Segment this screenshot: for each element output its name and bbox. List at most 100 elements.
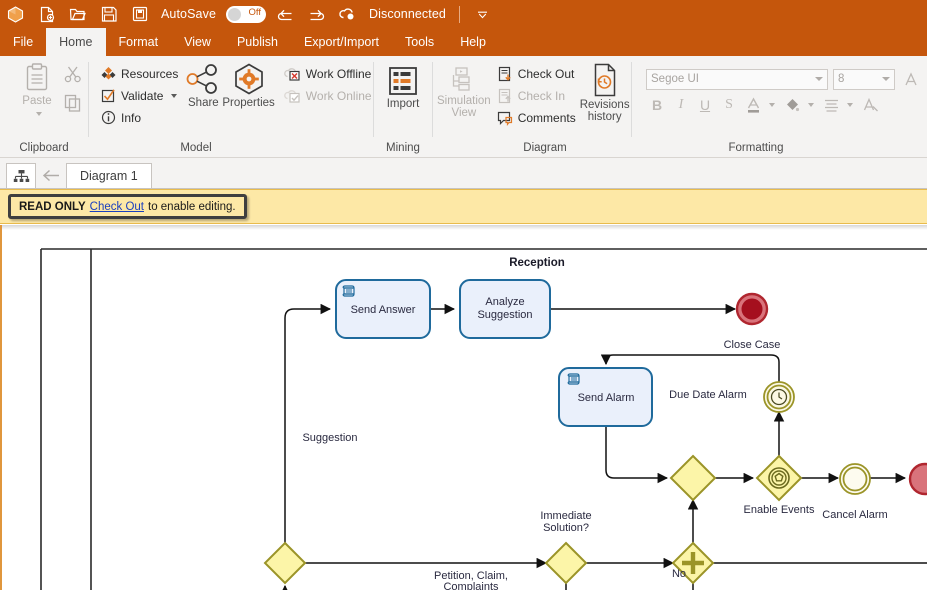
tab-file[interactable]: File xyxy=(0,28,46,56)
revisions-history-label: Revisions history xyxy=(579,99,630,123)
label-no: No xyxy=(672,568,686,580)
tab-help[interactable]: Help xyxy=(447,28,499,56)
work-offline-label: Work Offline xyxy=(305,66,372,81)
flow-send-alarm-to-merge[interactable] xyxy=(605,426,669,484)
event-due-date-alarm-timer[interactable] xyxy=(763,381,795,413)
increase-font-size-icon[interactable] xyxy=(900,68,922,90)
tab-format[interactable]: Format xyxy=(106,28,172,56)
document-tab-diagram-1[interactable]: Diagram 1 xyxy=(66,163,152,188)
import-button[interactable]: Import xyxy=(380,64,426,110)
diagram-tree-icon[interactable] xyxy=(6,163,36,188)
new-document-icon[interactable] xyxy=(31,1,62,27)
quick-access-toolbar: AutoSave Off Disconnected xyxy=(0,0,927,28)
import-button-label: Import xyxy=(386,98,420,110)
document-tab-strip: Diagram 1 xyxy=(0,158,927,189)
copy-icon[interactable] xyxy=(64,94,82,117)
read-only-suffix: to enable editing. xyxy=(148,200,236,213)
tab-publish[interactable]: Publish xyxy=(224,28,291,56)
label-cancel-alarm: Cancel Alarm xyxy=(822,509,887,521)
ribbon-group-mining: Import Mining xyxy=(374,56,432,157)
bpmn-diagram[interactable]: Reception Send Answer Analyze Suggestion… xyxy=(0,225,927,590)
strikethrough-button[interactable]: S xyxy=(718,94,740,116)
tab-view[interactable]: View xyxy=(171,28,224,56)
label-suggestion: Suggestion xyxy=(302,432,357,444)
check-out-label: Check Out xyxy=(517,66,575,81)
validate-button[interactable]: Validate xyxy=(97,86,182,105)
gateway-enable-events[interactable] xyxy=(755,454,803,502)
check-in-button: Check In xyxy=(493,86,580,105)
back-arrow-icon[interactable] xyxy=(36,163,66,188)
font-name-combo[interactable]: Segoe UI xyxy=(646,68,828,90)
fill-color-button[interactable] xyxy=(781,94,803,116)
gateway-left[interactable] xyxy=(263,541,307,585)
event-cancel-alarm[interactable] xyxy=(839,463,871,495)
validate-button-label: Validate xyxy=(121,88,164,103)
underline-button[interactable]: U xyxy=(694,94,716,116)
validate-caret-icon[interactable] xyxy=(171,93,178,98)
cloud-disconnected-icon[interactable] xyxy=(332,1,363,27)
comments-button[interactable]: Comments xyxy=(493,108,580,127)
italic-button[interactable]: I xyxy=(670,94,692,116)
simulation-view-button: Simulation View xyxy=(437,61,491,119)
connection-status: Disconnected xyxy=(369,7,446,21)
gateway-merge[interactable] xyxy=(669,454,717,502)
work-offline-button[interactable]: Work Offline xyxy=(279,64,376,83)
simulation-view-label: Simulation View xyxy=(437,95,491,119)
hexagon-logo-icon[interactable] xyxy=(0,1,31,27)
paste-caret-icon[interactable] xyxy=(35,112,42,116)
redo-icon[interactable] xyxy=(301,1,332,27)
ribbon-group-model: Resources Validate Info Share Properties… xyxy=(89,56,373,157)
ribbon-group-diagram-label: Diagram xyxy=(523,142,567,154)
align-caret-icon[interactable] xyxy=(847,103,853,107)
ribbon-group-formatting: Segoe UI 8 B I U S Formatting xyxy=(632,56,927,157)
read-only-message: READ ONLY Check Out to enable editing. xyxy=(8,194,247,219)
label-immediate-solution-line1: Immediate xyxy=(540,510,591,522)
font-size-caret-icon[interactable] xyxy=(882,77,890,81)
undo-icon[interactable] xyxy=(270,1,301,27)
event-right-end[interactable] xyxy=(908,462,927,496)
diagram-canvas[interactable]: Reception Send Answer Analyze Suggestion… xyxy=(0,225,927,590)
check-out-link[interactable]: Check Out xyxy=(90,201,144,213)
share-button[interactable]: Share xyxy=(186,61,220,109)
resources-button[interactable]: Resources xyxy=(97,64,182,83)
tab-tools[interactable]: Tools xyxy=(392,28,447,56)
resources-button-label: Resources xyxy=(121,66,179,81)
open-folder-icon[interactable] xyxy=(62,1,93,27)
paste-button[interactable]: Paste xyxy=(10,61,64,116)
ribbon-group-model-label: Model xyxy=(180,142,212,154)
font-color-caret-icon[interactable] xyxy=(769,103,775,107)
task-send-answer[interactable]: Send Answer xyxy=(335,279,431,339)
info-button-label: Info xyxy=(121,110,142,125)
properties-button[interactable]: Properties xyxy=(222,61,275,109)
flow-to-send-answer[interactable] xyxy=(284,303,332,543)
application-window: AutoSave Off Disconnected File Home Form… xyxy=(0,0,927,590)
fill-color-caret-icon[interactable] xyxy=(808,103,814,107)
font-size-combo[interactable]: 8 xyxy=(833,68,895,90)
sequence-flows xyxy=(279,303,927,590)
task-analyze-suggestion-label-2: Suggestion xyxy=(477,309,532,321)
font-name-caret-icon[interactable] xyxy=(815,77,823,81)
bold-button[interactable]: B xyxy=(646,94,668,116)
tab-home[interactable]: Home xyxy=(46,28,106,56)
pool-title: Reception xyxy=(509,257,565,269)
gateway-immediate-solution[interactable] xyxy=(544,541,588,585)
tab-export-import[interactable]: Export/Import xyxy=(291,28,392,56)
autosave-toggle-knob xyxy=(228,7,242,21)
check-out-button[interactable]: Check Out xyxy=(493,64,580,83)
event-close-case-end[interactable] xyxy=(735,292,769,326)
autosave-toggle[interactable]: Off xyxy=(226,5,267,23)
label-due-date-alarm: Due Date Alarm xyxy=(669,389,747,401)
font-color-button[interactable] xyxy=(742,94,764,116)
paste-button-label: Paste xyxy=(22,95,52,107)
save-disk-icon[interactable] xyxy=(93,1,124,27)
cut-scissors-icon[interactable] xyxy=(64,65,82,88)
revisions-history-button[interactable]: Revisions history xyxy=(580,61,630,123)
info-button[interactable]: Info xyxy=(97,108,182,127)
align-button[interactable] xyxy=(820,94,842,116)
task-send-alarm[interactable]: Send Alarm xyxy=(558,367,653,427)
task-analyze-suggestion[interactable]: Analyze Suggestion xyxy=(459,279,551,339)
chevron-down-icon[interactable] xyxy=(467,1,498,27)
save-as-icon[interactable] xyxy=(124,1,155,27)
format-painter-button[interactable] xyxy=(859,94,881,116)
ribbon-group-mining-label: Mining xyxy=(386,142,420,154)
